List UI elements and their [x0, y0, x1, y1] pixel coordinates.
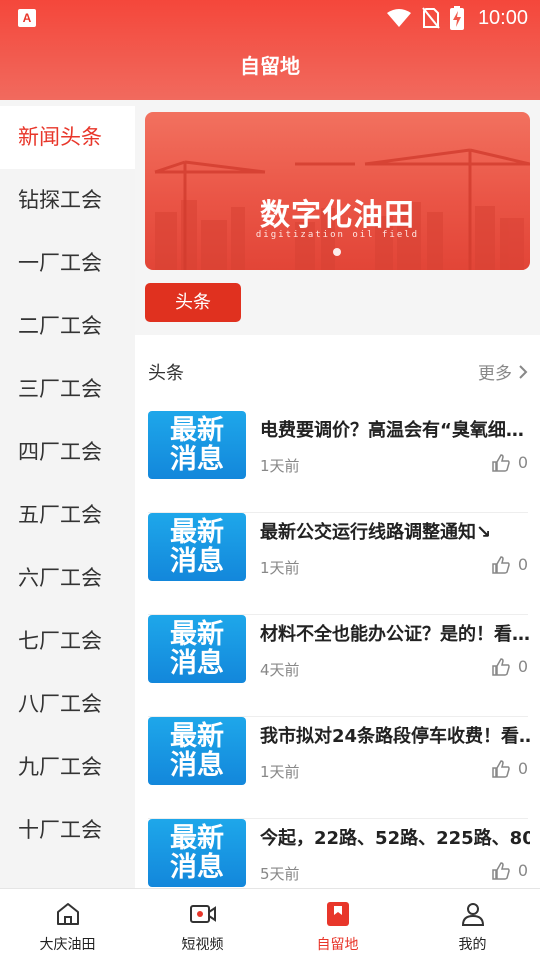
sidebar-item-plant-4[interactable]: 四厂工会 — [0, 421, 135, 484]
tab-label: 大庆油田 — [39, 937, 96, 953]
battery-charging-icon — [449, 6, 464, 30]
wifi-icon — [386, 9, 411, 27]
news-title: 最新公交运行线路调整通知↘ — [260, 522, 492, 543]
sidebar-item-drilling[interactable]: 钻探工会 — [0, 169, 135, 232]
banner-title: 数字化油田 — [260, 198, 415, 233]
thumbs-up-icon — [492, 555, 510, 574]
like-count: 0 — [517, 555, 528, 574]
sidebar-item-plant-2[interactable]: 二厂工会 — [0, 295, 135, 358]
news-item[interactable]: 最新 消息 今起，22路、52路、225路、80… 5天前 0 — [148, 819, 530, 888]
carousel-indicator — [333, 248, 341, 256]
sidebar-item-plant-8[interactable]: 八厂工会 — [0, 673, 135, 736]
news-thumbnail: 最新 消息 — [148, 717, 246, 785]
sidebar-item-plant-6[interactable]: 六厂工会 — [0, 547, 135, 610]
tab-label: 我的 — [458, 937, 487, 953]
more-label: 更多 — [478, 364, 512, 384]
like-count: 0 — [517, 453, 528, 472]
status-icons: 10:00 — [386, 4, 528, 32]
news-list: 头条 更多 最新 消息 电费要调价？高温会有“臭氧细… 1天前 0 最新 消息 最新… — [135, 335, 540, 888]
thumb-line-1: 最新 — [170, 721, 224, 752]
tab-daqing-oilfield[interactable]: 大庆油田 — [0, 889, 135, 960]
sidebar-item-news[interactable]: 新闻头条 — [0, 106, 135, 169]
thumb-line-1: 最新 — [170, 619, 224, 650]
app-notification-icon: A — [18, 9, 36, 27]
no-sim-icon — [422, 7, 440, 29]
news-title: 今起，22路、52路、225路、80… — [260, 828, 530, 849]
like-button[interactable]: 0 — [492, 453, 528, 472]
tab-label: 自留地 — [316, 937, 359, 953]
section-title: 头条 — [148, 363, 184, 384]
banner-subtitle: digitization oil field — [255, 230, 420, 240]
bottom-tab-bar: 大庆油田 短视频 自留地 我的 — [0, 888, 540, 960]
sidebar-item-plant-1[interactable]: 一厂工会 — [0, 232, 135, 295]
news-time: 1天前 — [260, 559, 300, 577]
like-button[interactable]: 0 — [492, 555, 528, 574]
tab-me[interactable]: 我的 — [405, 889, 540, 960]
thumbs-up-icon — [492, 861, 510, 880]
thumb-line-1: 最新 — [170, 517, 224, 548]
status-time: 10:00 — [477, 6, 528, 29]
like-button[interactable]: 0 — [492, 759, 528, 778]
news-title: 我市拟对24条路段停车收费！看… — [260, 726, 530, 747]
sidebar-item-plant-7[interactable]: 七厂工会 — [0, 610, 135, 673]
section-header: 头条 更多 — [148, 359, 528, 384]
news-item[interactable]: 最新 消息 电费要调价？高温会有“臭氧细… 1天前 0 — [148, 411, 528, 513]
thumb-line-2: 消息 — [170, 648, 224, 679]
like-button[interactable]: 0 — [492, 861, 528, 880]
news-item[interactable]: 最新 消息 我市拟对24条路段停车收费！看… 1天前 0 — [148, 717, 530, 819]
like-button[interactable]: 0 — [492, 657, 528, 676]
news-thumbnail: 最新 消息 — [148, 513, 246, 581]
like-count: 0 — [517, 657, 528, 676]
status-bar: A 10:00 — [0, 0, 540, 36]
thumb-line-2: 消息 — [170, 444, 224, 475]
page-title: 自留地 — [240, 54, 300, 78]
news-title: 材料不全也能办公证？是的！看… — [260, 624, 530, 645]
thumbs-up-icon — [492, 453, 510, 472]
sidebar-item-plant-10[interactable]: 十厂工会 — [0, 799, 135, 862]
sidebar-item-plant-9[interactable]: 九厂工会 — [0, 736, 135, 799]
like-count: 0 — [517, 861, 528, 880]
user-icon — [461, 903, 484, 926]
thumb-line-1: 最新 — [170, 415, 224, 446]
banner-area: 数字化油田 digitization oil field 头条 — [135, 100, 540, 335]
thumbs-up-icon — [492, 759, 510, 778]
thumb-line-2: 消息 — [170, 852, 224, 883]
news-time: 1天前 — [260, 457, 300, 475]
tab-my-space[interactable]: 自留地 — [270, 889, 405, 960]
news-item[interactable]: 最新 消息 材料不全也能办公证？是的！看… 4天前 0 — [148, 615, 530, 717]
like-count: 0 — [517, 759, 528, 778]
news-time: 4天前 — [260, 661, 300, 679]
thumb-line-2: 消息 — [170, 750, 224, 781]
thumbs-up-icon — [492, 657, 510, 676]
video-icon — [189, 905, 216, 923]
tab-short-video[interactable]: 短视频 — [135, 889, 270, 960]
news-thumbnail: 最新 消息 — [148, 615, 246, 683]
chevron-right-icon — [519, 364, 528, 379]
home-icon — [56, 903, 79, 925]
news-time: 5天前 — [260, 865, 300, 883]
more-link[interactable]: 更多 — [478, 359, 528, 384]
category-sidebar: 新闻头条 钻探工会 一厂工会 二厂工会 三厂工会 四厂工会 五厂工会 六厂工会 … — [0, 106, 135, 888]
news-time: 1天前 — [260, 763, 300, 781]
sidebar-item-plant-3[interactable]: 三厂工会 — [0, 358, 135, 421]
news-item[interactable]: 最新 消息 最新公交运行线路调整通知↘ 1天前 0 — [148, 513, 528, 615]
thumb-line-1: 最新 — [170, 823, 224, 854]
app-header: A 10:00 自留地 — [0, 0, 540, 100]
thumb-line-2: 消息 — [170, 546, 224, 577]
banner-carousel[interactable]: 数字化油田 digitization oil field — [145, 112, 530, 270]
news-thumbnail: 最新 消息 — [148, 819, 246, 887]
headline-chip[interactable]: 头条 — [145, 283, 241, 322]
news-thumbnail: 最新 消息 — [148, 411, 246, 479]
sidebar-item-plant-5[interactable]: 五厂工会 — [0, 484, 135, 547]
main-content: 数字化油田 digitization oil field 头条 头条 更多 最新… — [135, 100, 540, 888]
bookmark-icon — [326, 902, 349, 926]
tab-label: 短视频 — [181, 937, 224, 953]
news-title: 电费要调价？高温会有“臭氧细… — [260, 420, 524, 441]
